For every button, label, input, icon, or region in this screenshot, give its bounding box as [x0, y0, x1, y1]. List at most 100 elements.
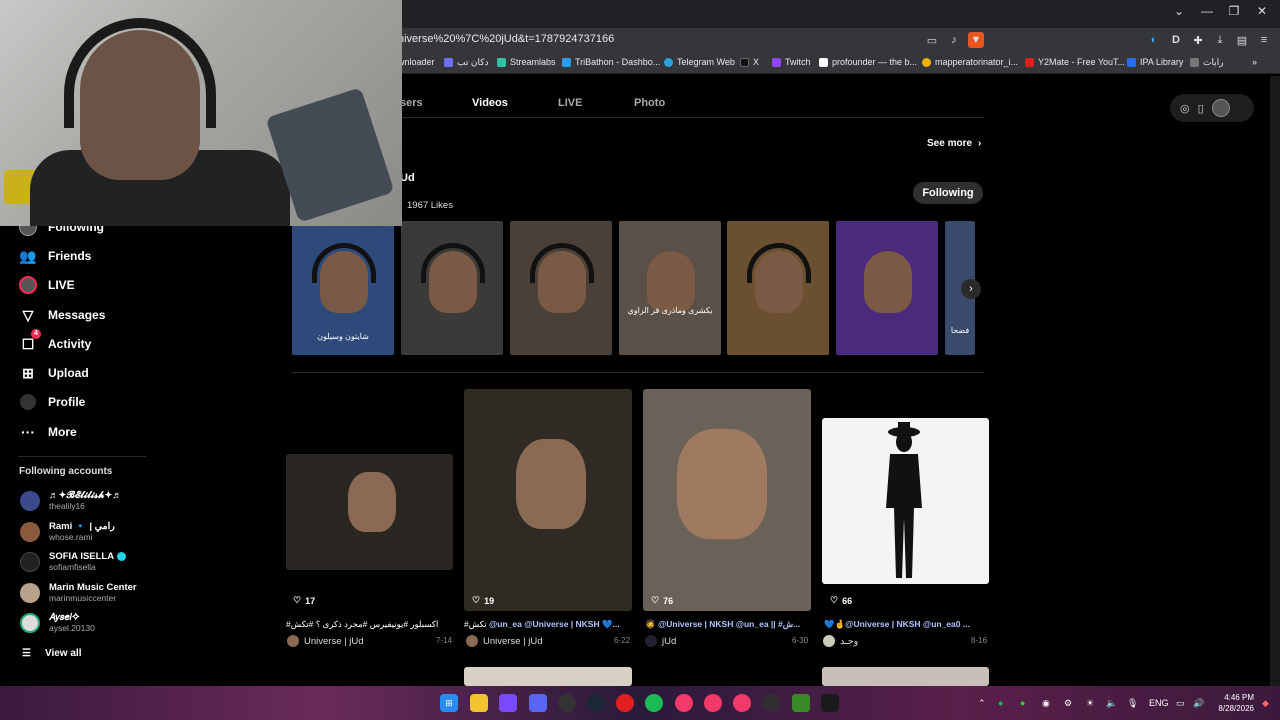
github-icon[interactable] [558, 694, 576, 712]
video-thumbnail[interactable] [510, 221, 612, 355]
sidebar-item-live[interactable]: LIVE [18, 274, 75, 296]
following-button[interactable]: Following [913, 182, 983, 204]
sidebar-item-profile[interactable]: Profile [18, 391, 85, 413]
spotify-icon[interactable] [645, 694, 663, 712]
following-account[interactable]: SOFIA ISELLA sofiamfisella [20, 551, 127, 572]
maximize-icon[interactable]: ❐ [1222, 4, 1246, 18]
video-card-image[interactable] [822, 418, 989, 584]
bookmark-item[interactable]: رابات [1190, 57, 1224, 68]
video-author[interactable]: وجـد [823, 635, 858, 647]
video-card-image[interactable] [464, 667, 632, 686]
compass-icon[interactable]: ◎ [1180, 102, 1190, 115]
system-clock[interactable]: 4:46 PM 8/28/2026 [1212, 692, 1254, 714]
video-thumbnail[interactable] [836, 221, 938, 355]
next-arrow-button[interactable]: › [961, 279, 981, 299]
following-account[interactable]: 𝐴𝑦𝑠𝑒𝑙✧ aysel.20130 [20, 612, 95, 633]
following-account[interactable]: Rami 🔹 | رامي whose.rami [20, 521, 115, 542]
avatar[interactable] [1211, 99, 1230, 117]
video-author[interactable]: jUd [645, 635, 676, 647]
brightness-icon[interactable]: ☀ [1086, 698, 1094, 709]
bookmark-item[interactable]: profounder — the b... [819, 57, 917, 67]
video-thumbnail[interactable] [401, 221, 503, 355]
download-icon[interactable]: ⤓ [1212, 32, 1228, 48]
music-icon[interactable]: ♪ [946, 32, 962, 48]
bookmark-item[interactable]: Twitch [772, 57, 811, 67]
bookmark-item[interactable]: TriBathon - Dashbo... [562, 57, 660, 67]
sidebar-item-more[interactable]: ··· More [18, 421, 77, 443]
tray-chevron-icon[interactable]: ⌃ [978, 698, 986, 709]
tab-users[interactable]: sers [400, 97, 423, 109]
sidebar-toggle-icon[interactable]: ▤ [1234, 32, 1250, 48]
bookmark-item[interactable]: X [740, 57, 759, 67]
minecraft-icon[interactable] [792, 694, 810, 712]
video-description[interactable]: #تكش @un_ea @Universe | NKSH 💙... [464, 619, 632, 630]
cast-icon[interactable]: ▭ [924, 32, 940, 48]
url-field[interactable]: niverse%20%7C%20jUd&t=1787924737166 [398, 33, 614, 45]
video-thumbnail[interactable] [727, 221, 829, 355]
following-account[interactable]: ♬✦𝓑𝓔𝓵𝓲𝓵𝓲𝓼𝓱✦♬ thealily16 [20, 490, 122, 511]
video-card-image[interactable] [643, 389, 811, 611]
bookmark-item[interactable]: Y2Mate - Free YouT... [1025, 57, 1125, 67]
video-author[interactable]: Universe | jUd [466, 635, 543, 647]
windows-icon[interactable]: ⊞ [440, 694, 458, 712]
thumbnail-image [647, 251, 695, 313]
scrollbar[interactable] [1270, 76, 1280, 686]
like-count: ♡ 76 [651, 595, 673, 606]
app-icon[interactable] [704, 694, 722, 712]
tab-photo[interactable]: Photo [634, 97, 665, 109]
bookmark-item[interactable]: wnloader [398, 57, 435, 67]
extensions-icon[interactable]: ✚ [1190, 32, 1206, 48]
video-author[interactable]: Universe | jUd [287, 635, 364, 647]
view-all-button[interactable]: ☰ View all [22, 648, 81, 659]
video-card-image[interactable] [464, 389, 632, 611]
tab-live[interactable]: LIVE [558, 97, 582, 109]
video-card-image[interactable] [286, 454, 453, 570]
language-indicator[interactable]: ENG [1149, 698, 1169, 708]
opera-icon[interactable] [616, 694, 634, 712]
tray-app-icon[interactable]: ● [1020, 698, 1025, 708]
discord-icon[interactable] [529, 694, 547, 712]
folder-icon[interactable] [470, 694, 488, 712]
sidebar-item-friends[interactable]: 👥 Friends [18, 245, 91, 267]
video-thumbnail[interactable]: يكشرى وماذرى قر الزاوي [619, 221, 721, 355]
steam-icon[interactable] [587, 694, 605, 712]
notification-icon[interactable]: ◆ [1262, 698, 1269, 709]
device-icon[interactable]: ▯ [1198, 102, 1204, 115]
sidebar-item-upload[interactable]: ⊞ Upload [18, 362, 89, 384]
tray-app-icon[interactable]: ◉ [1042, 698, 1050, 709]
extension-d-icon[interactable]: D [1168, 32, 1184, 48]
volume-icon[interactable]: 🔈 [1106, 698, 1117, 709]
network-icon[interactable]: ▭ [1176, 698, 1185, 709]
tray-app-icon[interactable]: ⚙ [1064, 698, 1072, 709]
tab-videos[interactable]: Videos [472, 97, 508, 109]
following-account[interactable]: Marin Music Center marinmusiccenter [20, 582, 137, 603]
minimize-icon[interactable]: — [1195, 4, 1219, 18]
speaker-icon[interactable]: 🔊 [1193, 698, 1204, 709]
brave-icon[interactable]: ▼ [968, 32, 984, 48]
app-icon[interactable] [499, 694, 517, 712]
menu-icon[interactable]: ≡ [1256, 32, 1272, 48]
video-card-image[interactable] [822, 667, 989, 686]
video-description[interactable]: 🧔 @Universe | NKSH @un_ea || #ش... [645, 619, 813, 630]
bookmark-item[interactable]: Telegram Web [664, 57, 735, 67]
bookmark-item[interactable]: mapperatorinator_i... [922, 57, 1018, 67]
see-more-link[interactable]: See more › [927, 138, 981, 149]
sidebar-item-activity[interactable]: ☐ 4 Activity [18, 329, 91, 355]
obs-icon[interactable] [762, 694, 780, 712]
wallet-icon[interactable]: ◐ [1146, 32, 1162, 48]
sidebar-item-messages[interactable]: ▽ Messages [18, 304, 106, 326]
microphone-icon[interactable]: 🎙 [1127, 698, 1138, 709]
bookmark-item[interactable]: IPA Library [1127, 57, 1183, 67]
app-icon[interactable] [675, 694, 693, 712]
tab-list-icon[interactable]: ⌄ [1167, 4, 1191, 18]
more-bookmarks-icon[interactable]: » [1252, 57, 1257, 67]
video-description[interactable]: 💙🤞@Universe | NKSH @un_ea0 ... [824, 619, 992, 630]
spotify-tray-icon[interactable]: ● [998, 698, 1003, 708]
app-icon[interactable] [733, 694, 751, 712]
video-description[interactable]: #اكسبلور #يونيفيرس #مجرد ذكرى ؟ #تكش [286, 619, 454, 630]
video-thumbnail[interactable]: شايتون وسيلون [292, 221, 394, 355]
app-icon[interactable] [821, 694, 839, 712]
bookmark-item[interactable]: Streamlabs [497, 57, 556, 67]
close-icon[interactable]: ✕ [1250, 4, 1274, 18]
bookmark-item[interactable]: دكان تب [444, 57, 489, 68]
